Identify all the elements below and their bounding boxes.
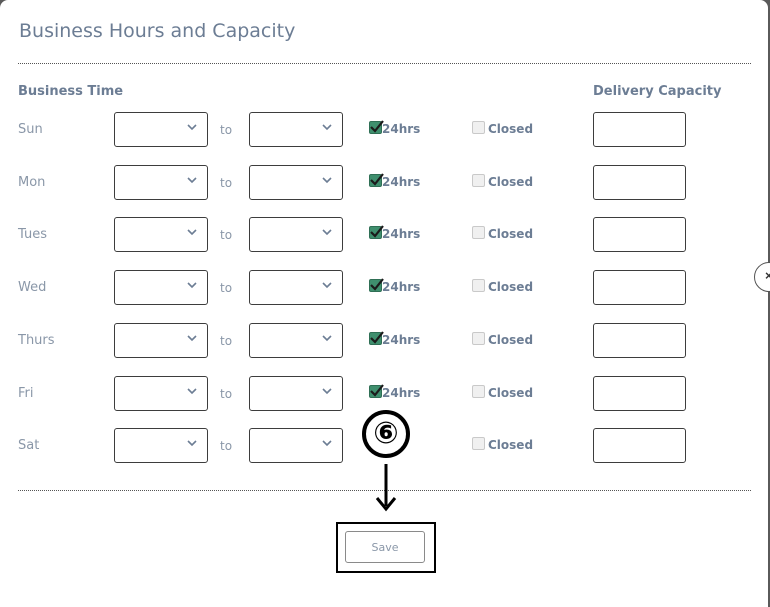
day-label: Tues xyxy=(18,227,47,242)
close-time-select[interactable] xyxy=(249,428,343,463)
chevron-down-icon xyxy=(187,177,197,184)
open-time-select[interactable] xyxy=(114,165,208,200)
day-row: Wed to 24hrs Closed xyxy=(0,270,768,306)
chevron-down-icon xyxy=(322,124,332,131)
open-time-select[interactable] xyxy=(114,270,208,305)
day-label: Sun xyxy=(18,122,43,137)
open-time-select[interactable] xyxy=(114,428,208,463)
all-day-checkbox[interactable] xyxy=(369,225,384,239)
chevron-down-icon xyxy=(187,124,197,131)
closed-label: Closed xyxy=(488,333,534,347)
all-day-checkbox[interactable] xyxy=(369,331,384,345)
open-time-select[interactable] xyxy=(114,376,208,411)
all-day-label: 24hrs xyxy=(382,175,421,189)
day-row: Thurs to 24hrs Closed xyxy=(0,323,768,359)
all-day-label: 24hrs xyxy=(382,122,421,136)
closed-label: Closed xyxy=(488,438,534,452)
closed-checkbox[interactable] xyxy=(472,332,485,345)
chevron-down-icon xyxy=(187,335,197,342)
all-day-checkbox[interactable] xyxy=(369,278,384,292)
delivery-capacity-input[interactable] xyxy=(593,270,686,305)
chevron-down-icon xyxy=(187,440,197,447)
chevron-down-icon xyxy=(322,335,332,342)
all-day-label: 24hrs xyxy=(382,280,421,294)
business-hours-modal: Business Hours and Capacity Business Tim… xyxy=(0,0,768,607)
all-day-label: 24hrs xyxy=(382,333,421,347)
to-label: to xyxy=(220,176,233,190)
closed-checkbox[interactable] xyxy=(472,279,485,292)
open-time-select[interactable] xyxy=(114,112,208,147)
to-label: to xyxy=(220,281,233,295)
day-label: Sat xyxy=(18,438,40,453)
day-label: Wed xyxy=(18,280,47,295)
modal-title: Business Hours and Capacity xyxy=(19,20,296,42)
to-label: to xyxy=(220,123,233,137)
day-label: Mon xyxy=(18,175,46,190)
arrow-down-icon xyxy=(375,464,397,512)
closed-label: Closed xyxy=(488,386,534,400)
close-time-select[interactable] xyxy=(249,376,343,411)
to-label: to xyxy=(220,228,233,242)
all-day-label: 24hrs xyxy=(382,386,421,400)
close-time-select[interactable] xyxy=(249,165,343,200)
close-time-select[interactable] xyxy=(249,112,343,147)
business-time-header: Business Time xyxy=(18,84,124,99)
chevron-down-icon xyxy=(322,229,332,236)
closed-checkbox[interactable] xyxy=(472,226,485,239)
all-day-checkbox[interactable] xyxy=(369,173,384,187)
delivery-capacity-input[interactable] xyxy=(593,376,686,411)
day-label: Fri xyxy=(18,386,34,401)
day-label: Thurs xyxy=(18,333,55,348)
to-label: to xyxy=(220,439,233,453)
close-time-select[interactable] xyxy=(249,323,343,358)
chevron-down-icon xyxy=(322,440,332,447)
to-label: to xyxy=(220,334,233,348)
closed-label: Closed xyxy=(488,280,534,294)
delivery-capacity-input[interactable] xyxy=(593,323,686,358)
closed-checkbox[interactable] xyxy=(472,385,485,398)
open-time-select[interactable] xyxy=(114,217,208,252)
annotation-step-number: ⑥ xyxy=(362,410,410,458)
closed-checkbox[interactable] xyxy=(472,174,485,187)
chevron-down-icon xyxy=(187,282,197,289)
chevron-down-icon xyxy=(322,388,332,395)
all-day-checkbox[interactable] xyxy=(369,120,384,134)
delivery-capacity-header: Delivery Capacity xyxy=(593,84,722,99)
delivery-capacity-input[interactable] xyxy=(593,165,686,200)
close-time-select[interactable] xyxy=(249,270,343,305)
delivery-capacity-input[interactable] xyxy=(593,217,686,252)
header-divider xyxy=(18,63,751,64)
chevron-down-icon xyxy=(322,282,332,289)
day-row: Sun to 24hrs Closed xyxy=(0,112,768,148)
chevron-down-icon xyxy=(187,388,197,395)
closed-label: Closed xyxy=(488,227,534,241)
day-row: Mon to 24hrs Closed xyxy=(0,165,768,201)
closed-checkbox[interactable] xyxy=(472,437,485,450)
chevron-down-icon xyxy=(187,229,197,236)
close-icon: × xyxy=(765,268,770,283)
close-time-select[interactable] xyxy=(249,217,343,252)
day-row: Fri to 24hrs Closed xyxy=(0,376,768,412)
save-button[interactable]: Save xyxy=(345,531,425,563)
closed-label: Closed xyxy=(488,122,534,136)
all-day-checkbox[interactable] xyxy=(369,384,384,398)
closed-label: Closed xyxy=(488,175,534,189)
to-label: to xyxy=(220,387,233,401)
open-time-select[interactable] xyxy=(114,323,208,358)
all-day-label: 24hrs xyxy=(382,227,421,241)
delivery-capacity-input[interactable] xyxy=(593,112,686,147)
delivery-capacity-input[interactable] xyxy=(593,428,686,463)
closed-checkbox[interactable] xyxy=(472,121,485,134)
day-row: Tues to 24hrs Closed xyxy=(0,217,768,253)
chevron-down-icon xyxy=(322,177,332,184)
